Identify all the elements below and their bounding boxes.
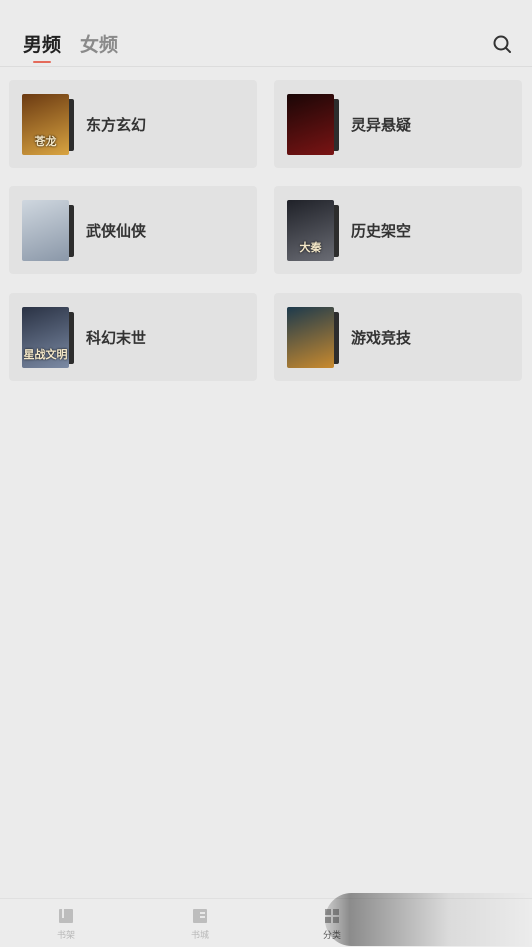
book-cover bbox=[22, 200, 69, 261]
category-label: 东方玄幻 bbox=[86, 116, 147, 134]
tab-male[interactable]: 男频 bbox=[23, 30, 61, 57]
top-header: 男频 女频 bbox=[0, 0, 532, 67]
book-cover-stack bbox=[287, 94, 341, 155]
category-card[interactable]: 苍龙 东方玄幻 bbox=[9, 80, 257, 168]
nav-bookshelf[interactable]: 书架 bbox=[36, 907, 96, 941]
category-label: 灵异悬疑 bbox=[351, 116, 412, 134]
category-card[interactable]: 游戏竞技 bbox=[274, 293, 522, 381]
search-icon[interactable] bbox=[492, 34, 512, 54]
bookstore-icon bbox=[193, 909, 207, 923]
active-tab-indicator bbox=[33, 61, 51, 63]
category-card[interactable]: 大秦 历史架空 bbox=[274, 186, 522, 274]
category-label: 游戏竞技 bbox=[351, 329, 412, 347]
book-cover: 大秦 bbox=[287, 200, 334, 261]
swipe-gesture-overlay bbox=[325, 893, 532, 946]
category-label: 历史架空 bbox=[351, 222, 412, 240]
nav-label: 书城 bbox=[190, 931, 209, 941]
category-label: 武侠仙侠 bbox=[86, 222, 147, 240]
book-cover bbox=[287, 94, 334, 155]
book-cover: 苍龙 bbox=[22, 94, 69, 155]
book-cover-stack bbox=[22, 200, 76, 261]
nav-label: 书架 bbox=[56, 931, 75, 941]
category-card[interactable]: 星战文明 科幻末世 bbox=[9, 293, 257, 381]
tab-female[interactable]: 女频 bbox=[80, 30, 118, 57]
nav-bookstore[interactable]: 书城 bbox=[170, 907, 230, 941]
book-cover-stack: 苍龙 bbox=[22, 94, 76, 155]
bookshelf-icon bbox=[59, 909, 73, 923]
book-cover: 星战文明 bbox=[22, 307, 69, 368]
book-cover-stack: 大秦 bbox=[287, 200, 341, 261]
category-card[interactable]: 武侠仙侠 bbox=[9, 186, 257, 274]
book-cover bbox=[287, 307, 334, 368]
category-card[interactable]: 灵异悬疑 bbox=[274, 80, 522, 168]
book-cover-stack: 星战文明 bbox=[22, 307, 76, 368]
category-label: 科幻末世 bbox=[86, 329, 147, 347]
book-cover-stack bbox=[287, 307, 341, 368]
